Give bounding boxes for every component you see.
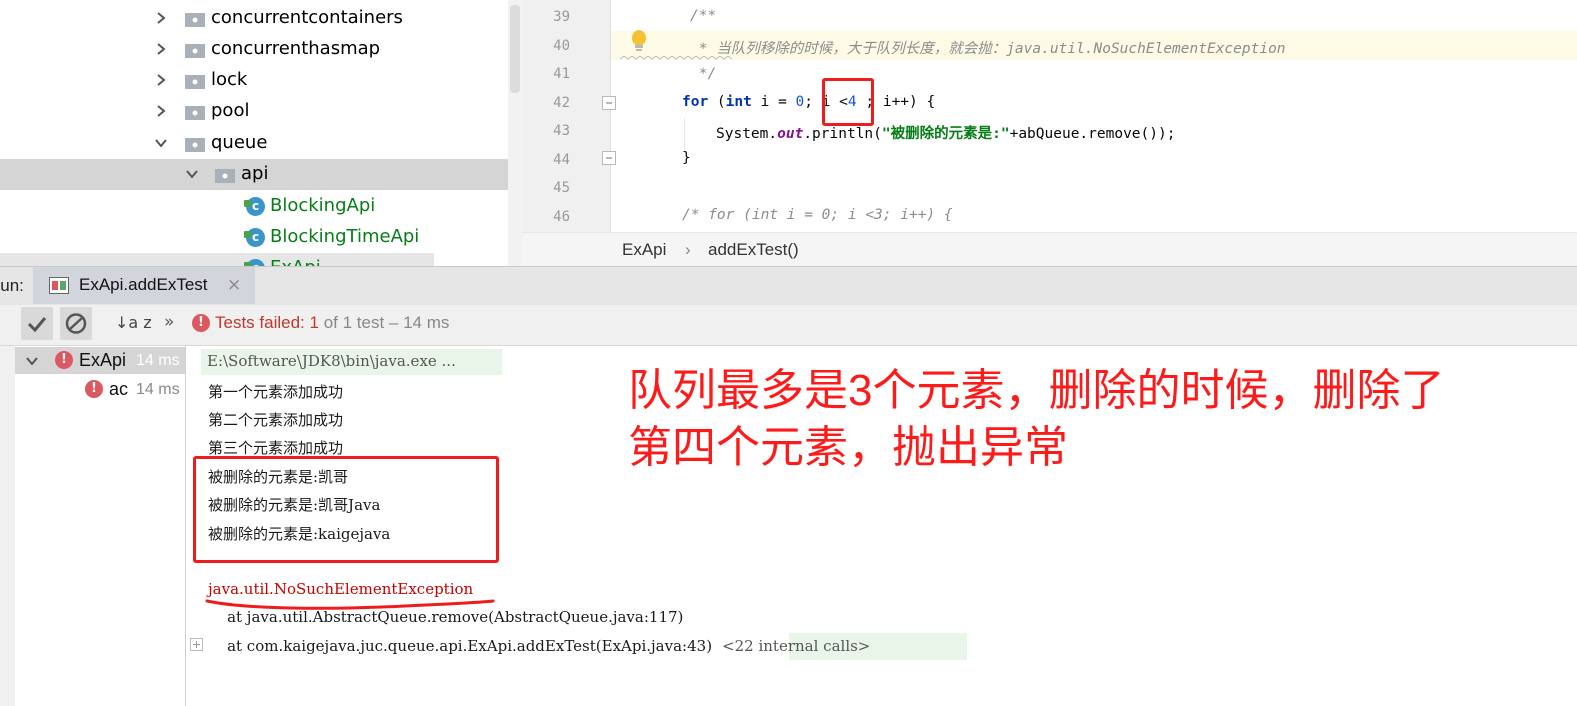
code-line-42: for (int i = 0; i <4 ; i++) { xyxy=(682,94,936,110)
breadcrumb-separator: › xyxy=(685,240,691,259)
test-node-time: 14 ms xyxy=(136,352,180,369)
tree-item-label: pool xyxy=(211,100,250,121)
test-config-icon xyxy=(49,277,69,294)
stack-trace-link[interactable]: AbstractQueue.java:117 xyxy=(494,608,678,626)
java-class-icon: c xyxy=(244,228,265,247)
package-folder-icon xyxy=(185,13,205,27)
package-folder-icon xyxy=(185,44,205,58)
stack-trace-link[interactable]: ExApi.java:43 xyxy=(602,637,707,655)
ignored-icon xyxy=(65,313,87,334)
test-failed-icon: ! xyxy=(55,351,73,369)
run-tab-exapi-addextest[interactable]: ExApi.addExTest × xyxy=(33,267,255,304)
package-folder-icon xyxy=(185,75,205,89)
project-tree: concurrentcontainers concurrenthasmap lo… xyxy=(0,0,522,268)
tree-item-label: api xyxy=(241,163,269,184)
stack-trace-line: at java.util.AbstractQueue.remove(Abstra… xyxy=(208,608,684,626)
annotation-text: 队列最多是3个元素，删除的时候，删除了 第四个元素，抛出异常 xyxy=(628,362,1568,476)
tree-item-label: concurrentcontainers xyxy=(211,7,403,28)
chevron-right-icon[interactable] xyxy=(154,42,168,56)
package-folder-icon xyxy=(185,138,205,152)
run-label: Run: xyxy=(0,276,24,295)
more-actions-icon[interactable]: » xyxy=(164,312,174,332)
test-status: Tests failed: 1 of 1 test – 14 ms xyxy=(215,313,450,332)
line-number: 46 xyxy=(553,209,570,225)
run-tab-label: ExApi.addExTest xyxy=(79,275,208,294)
internal-calls-fold[interactable]: <22 internal calls> xyxy=(722,637,870,655)
tree-item-label: lock xyxy=(211,69,248,90)
error-icon: ! xyxy=(192,314,210,332)
line-number: 41 xyxy=(553,66,570,82)
test-node-ac[interactable]: ! ac 14 ms xyxy=(15,376,185,403)
tree-item-label: queue xyxy=(211,132,268,153)
close-icon[interactable]: × xyxy=(227,275,241,295)
line-number: 42 xyxy=(553,95,570,111)
tree-item-label: BlockingTimeApi xyxy=(270,226,420,247)
tree-item-queue[interactable]: queue xyxy=(0,128,522,159)
tree-item-pool[interactable]: pool xyxy=(0,96,522,127)
test-failed-icon: ! xyxy=(85,380,103,398)
show-ignored-button[interactable] xyxy=(60,307,92,340)
sort-alphabetically-icon[interactable]: ↓a z xyxy=(115,313,152,332)
lightbulb-icon[interactable] xyxy=(629,29,649,53)
tree-item-lock[interactable]: lock xyxy=(0,65,522,96)
breadcrumb-method[interactable]: addExTest() xyxy=(708,240,799,260)
indent-guide xyxy=(684,118,685,150)
chevron-down-icon[interactable] xyxy=(25,354,39,368)
breadcrumb-class[interactable]: ExApi xyxy=(622,240,666,260)
chevron-right-icon[interactable] xyxy=(154,11,168,25)
test-node-name: ac xyxy=(109,379,129,399)
tree-item-api[interactable]: api xyxy=(0,159,522,190)
fold-end-icon[interactable] xyxy=(602,151,616,165)
console-line: 第二个元素添加成功 xyxy=(208,411,344,429)
package-folder-icon xyxy=(215,169,235,183)
run-side-toolbar xyxy=(0,346,16,706)
console-command[interactable]: E:\Software\JDK8\bin\java.exe ... xyxy=(207,352,456,370)
test-node-name: ExApi xyxy=(79,350,127,370)
chevron-right-icon[interactable] xyxy=(154,104,168,118)
tree-item-concurrenthasmap[interactable]: concurrenthasmap xyxy=(0,34,522,65)
line-number: 45 xyxy=(553,180,570,196)
code-line-44: } xyxy=(682,150,691,166)
console-line: 第一个元素添加成功 xyxy=(208,383,344,401)
breadcrumb: ExApi › addExTest() xyxy=(522,232,1577,267)
tree-item-label: concurrenthasmap xyxy=(211,38,381,59)
chevron-right-icon[interactable] xyxy=(154,73,168,87)
code-line-39: /** xyxy=(690,8,717,24)
annotation-box-loop-bound xyxy=(822,78,874,126)
exception-message: java.util.NoSuchElementException xyxy=(208,580,474,598)
java-class-icon: c xyxy=(244,197,265,216)
stack-trace-line: at com.kaigejava.juc.queue.api.ExApi.add… xyxy=(208,637,871,655)
annotation-line: 第四个元素，抛出异常 xyxy=(628,423,1068,472)
line-number: 39 xyxy=(553,9,570,25)
code-line-41: */ xyxy=(690,66,717,82)
warning-squiggle xyxy=(620,56,733,60)
package-folder-icon xyxy=(185,106,205,120)
tree-item-blockingapi[interactable]: c BlockingApi xyxy=(0,191,522,222)
tree-item-concurrentcontainers[interactable]: concurrentcontainers xyxy=(0,3,522,34)
code-line-40: * 当队列移除的时候，大于队列长度，就会抛：java.util.NoSuchEl… xyxy=(690,41,1286,57)
line-number: 40 xyxy=(553,38,570,54)
line-number: 44 xyxy=(553,152,570,168)
fold-collapse-icon[interactable] xyxy=(602,96,616,110)
annotation-line: 队列最多是3个元素，删除的时候，删除了 xyxy=(628,366,1445,415)
code-line-43: System.out.println("被删除的元素是:"+abQueue.re… xyxy=(716,126,1176,142)
tree-item-label: BlockingApi xyxy=(270,195,376,216)
editor-gutter xyxy=(522,0,611,232)
tree-scrollbar-thumb[interactable] xyxy=(510,5,520,93)
test-node-exapi[interactable]: ! ExApi 14 ms xyxy=(15,347,185,374)
code-line-46: /* for (int i = 0; i <3; i++) { xyxy=(682,207,953,223)
annotation-box-removed-elements xyxy=(193,456,499,563)
check-icon xyxy=(27,317,47,333)
tree-item-blockingtimeapi[interactable]: c BlockingTimeApi xyxy=(0,222,522,253)
console-line: 第三个元素添加成功 xyxy=(208,439,344,457)
chevron-down-icon[interactable] xyxy=(154,136,168,150)
line-number: 43 xyxy=(553,123,570,139)
chevron-down-icon[interactable] xyxy=(185,167,199,181)
expand-icon[interactable] xyxy=(190,638,203,651)
show-passed-button[interactable] xyxy=(21,307,53,340)
test-node-time: 14 ms xyxy=(136,381,180,398)
